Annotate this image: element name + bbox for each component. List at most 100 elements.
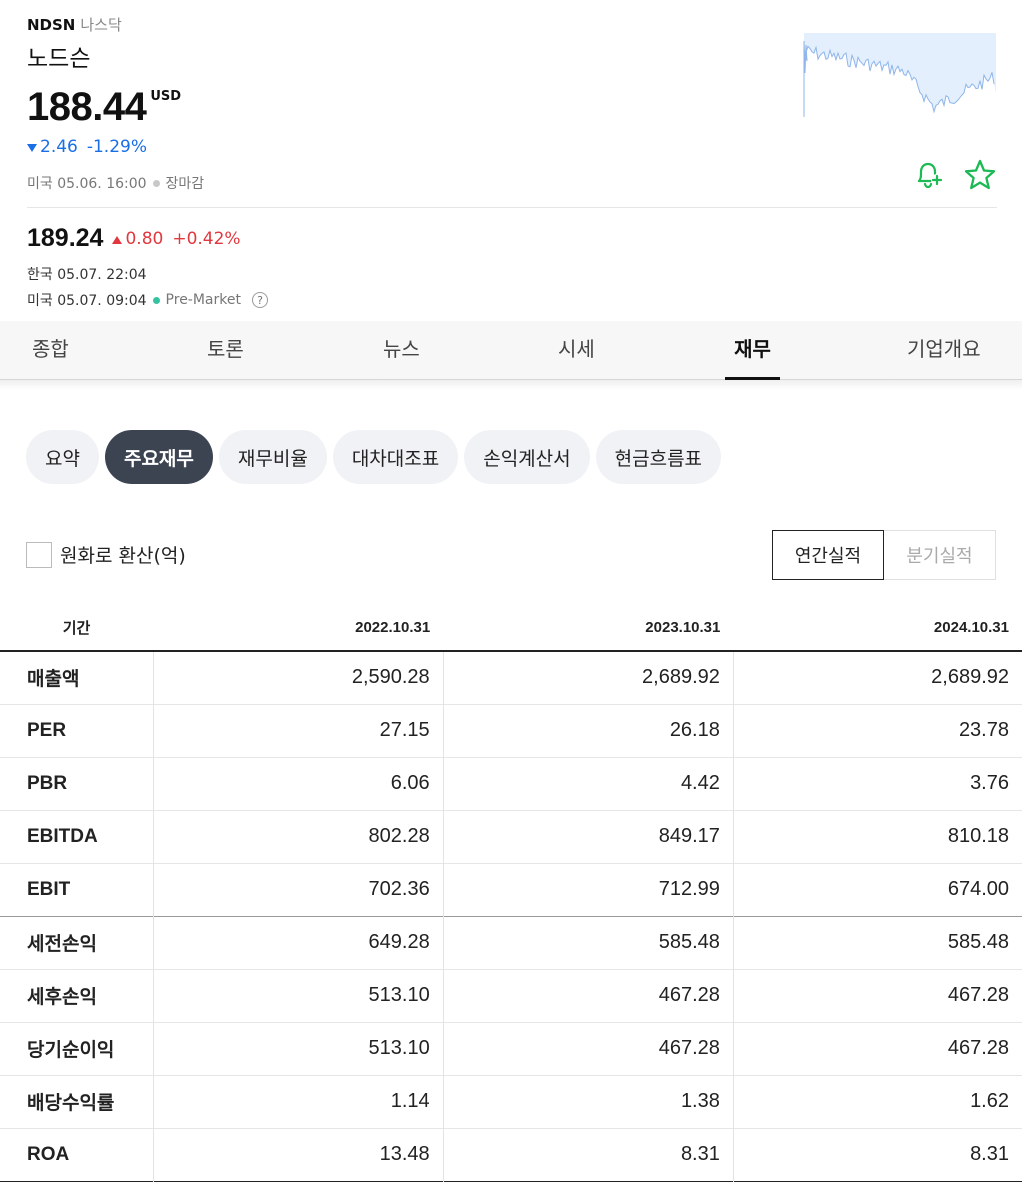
cell-value: 1.62 (970, 1090, 1009, 1112)
quarterly-button[interactable]: 분기실적 (884, 530, 996, 580)
premarket-change-amount: 0.80 (125, 228, 164, 249)
premarket-us-time-row: 미국 05.07. 09:04 Pre-Market ? (27, 290, 268, 310)
market-time: 미국 05.06. 16:00 (27, 176, 147, 192)
table-row: PBR 6.06 4.42 3.76 (0, 757, 1022, 810)
row-label: PBR (0, 757, 154, 810)
krw-convert-label: 원화로 환산(억) (60, 545, 186, 567)
tab-quotes[interactable]: 시세 (558, 321, 595, 380)
row-label: 세전손익 (0, 916, 154, 969)
row-label: 배당수익률 (0, 1075, 154, 1128)
premarket-price-row: 189.24 0.80 +0.42% (27, 224, 268, 253)
financial-subtabs: 요약 주요재무 재무비율 대차대조표 손익계산서 현금흐름표 (26, 430, 722, 484)
premarket-us-time: 미국 05.07. 09:04 (27, 293, 147, 309)
column-header-year: 2022.10.31 (355, 618, 431, 636)
subtab-balance-sheet[interactable]: 대차대조표 (332, 430, 459, 484)
market-time-row: 미국 05.06. 16:00 장마감 (27, 173, 997, 193)
change-amount: 2.46 (40, 137, 78, 157)
table-row: 당기순이익 513.10 467.28 467.28 (0, 1022, 1022, 1075)
cell-value: 467.28 (947, 1037, 1009, 1059)
tab-discussion[interactable]: 토론 (207, 321, 244, 380)
tab-company-overview[interactable]: 기업개요 (907, 321, 981, 380)
change-amount-wrap: 2.46 (27, 137, 78, 157)
cell-value: 702.36 (153, 863, 444, 916)
current-price: 188.44 (27, 85, 147, 129)
star-icon[interactable] (962, 157, 998, 193)
cell-value: 467.28 (443, 969, 734, 1022)
row-label: EBIT (0, 863, 154, 916)
question-circle-icon[interactable]: ? (251, 292, 268, 308)
table-row: EBIT 702.36 712.99 674.00 (0, 863, 1022, 916)
premarket-dot-icon (152, 296, 160, 304)
cell-value: 585.48 (443, 916, 734, 969)
row-label: 매출액 (0, 651, 154, 704)
table-row: 배당수익률 1.14 1.38 1.62 (0, 1075, 1022, 1128)
subtab-ratios[interactable]: 재무비율 (218, 430, 327, 484)
krw-convert-checkbox[interactable] (26, 541, 52, 568)
column-header-period: 기간 (62, 619, 91, 637)
cell-value: 8.31 (970, 1143, 1009, 1165)
bell-plus-icon[interactable] (910, 157, 946, 193)
cell-value: 810.18 (947, 825, 1009, 847)
mini-price-chart[interactable] (803, 33, 996, 117)
subtab-cash-flow[interactable]: 현금흐름표 (595, 430, 722, 484)
table-row: 매출액 2,590.28 2,689.92 2,689.92 (0, 651, 1022, 704)
column-header-year: 2024.10.31 (933, 618, 1009, 636)
cell-value: 26.18 (443, 704, 734, 757)
financial-table: 기간 2022.10.31 2023.10.31 2024.10.31 매출액 … (0, 604, 1022, 1182)
period-toggle: 연간실적 분기실적 (772, 530, 996, 580)
cell-value: 8.31 (443, 1128, 734, 1181)
premarket-label: Pre-Market (165, 292, 241, 308)
table-header-row: 기간 2022.10.31 2023.10.31 2024.10.31 (0, 604, 1022, 651)
krw-convert-option: 원화로 환산(억) (26, 541, 186, 568)
subtab-summary[interactable]: 요약 (26, 430, 99, 484)
premarket-change-amount-wrap: 0.80 (112, 229, 163, 249)
cell-value: 13.48 (153, 1128, 444, 1181)
column-header-year: 2023.10.31 (645, 618, 721, 636)
premarket-price: 189.24 (27, 224, 104, 252)
up-arrow-icon (112, 235, 123, 244)
row-label: EBITDA (0, 810, 154, 863)
subtab-income-statement[interactable]: 손익계산서 (464, 430, 590, 484)
cell-value: 674.00 (947, 878, 1009, 900)
row-label: ROA (0, 1128, 154, 1181)
cell-value: 1.38 (443, 1075, 734, 1128)
cell-value: 6.06 (153, 757, 444, 810)
tab-financials[interactable]: 재무 (725, 321, 780, 380)
change-percent: -1.29% (86, 137, 147, 157)
cell-value: 712.99 (443, 863, 734, 916)
table-row: 세전손익 649.28 585.48 585.48 (0, 916, 1022, 969)
ticker-row: NDSN 나스닥 (27, 14, 997, 35)
cell-value: 3.76 (970, 772, 1009, 794)
premarket-change-percent: +0.42% (172, 228, 241, 249)
cell-value: 467.28 (443, 1022, 734, 1075)
cell-value: 467.28 (947, 984, 1009, 1006)
cell-value: 2,689.92 (931, 666, 1009, 689)
cell-value: 1.14 (153, 1075, 444, 1128)
table-row: PER 27.15 26.18 23.78 (0, 704, 1022, 757)
cell-value: 23.78 (958, 719, 1009, 741)
premarket-change: 0.80 +0.42% (112, 228, 241, 249)
cell-value: 2,689.92 (443, 651, 734, 704)
cell-value: 4.42 (443, 757, 734, 810)
market-status: 장마감 (165, 176, 205, 192)
cell-value: 802.28 (153, 810, 444, 863)
annual-button[interactable]: 연간실적 (772, 530, 884, 580)
cell-value: 513.10 (153, 969, 444, 1022)
row-label: PER (0, 704, 154, 757)
cell-value: 513.10 (153, 1022, 444, 1075)
subtab-key-financials[interactable]: 주요재무 (104, 430, 213, 484)
table-row: EBITDA 802.28 849.17 810.18 (0, 810, 1022, 863)
price-change: 2.46 -1.29% (27, 137, 997, 157)
cell-value: 2,590.28 (153, 651, 444, 704)
tab-summary[interactable]: 종합 (32, 321, 69, 380)
down-arrow-icon (27, 144, 37, 152)
tab-news[interactable]: 뉴스 (383, 321, 420, 380)
status-dot-icon (152, 179, 160, 187)
currency-label: USD (150, 89, 182, 104)
row-label: 세후손익 (0, 969, 154, 1022)
premarket-kr-time: 한국 05.07. 22:04 (27, 267, 147, 283)
exchange-name: 나스닥 (80, 16, 122, 34)
row-label: 당기순이익 (0, 1022, 154, 1075)
ticker-symbol: NDSN (27, 16, 76, 34)
section-divider (27, 207, 997, 208)
